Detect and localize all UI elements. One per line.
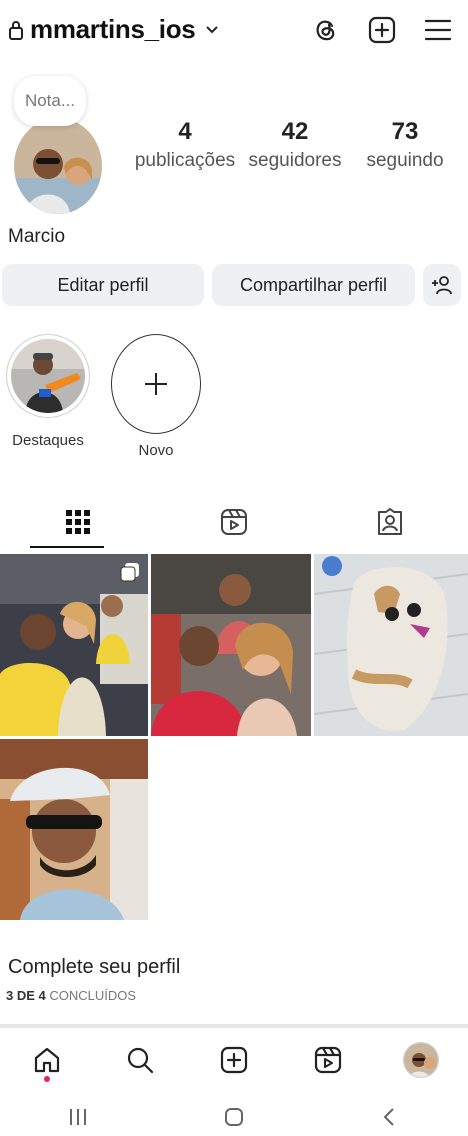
display-name: Marcio [8,226,66,247]
username: mmartins_ios [30,14,196,44]
complete-profile-progress-text: 3 DE 4 CONCLUÍDOS [6,988,136,1003]
stat-label: seguidores [248,150,342,171]
active-tab-indicator [30,546,104,548]
recents-icon [70,1109,86,1125]
reels-icon [314,1046,341,1074]
nav-create[interactable] [187,1046,281,1074]
carousel-icon [120,563,139,582]
home-square-icon [225,1108,243,1126]
share-profile-button[interactable]: Compartilhar perfil [212,264,415,306]
plus-icon [145,373,167,395]
stat-value: 73 [391,118,419,145]
profile-avatar[interactable] [14,118,102,214]
back-icon [383,1108,394,1126]
grid-icon [66,510,90,534]
search-icon [128,1047,154,1074]
recent-apps-button[interactable] [0,1106,156,1128]
back-button[interactable] [312,1106,468,1128]
new-highlight-ring [111,334,201,434]
chevron-down-icon [206,25,219,33]
post-thumbnail[interactable] [151,554,311,736]
stat-value: 42 [281,118,309,145]
complete-profile-title: Complete seu perfil [8,956,181,978]
create-icon [220,1046,248,1074]
nav-search[interactable] [94,1046,188,1074]
notification-dot [43,1076,50,1082]
stat-label: publicações [134,150,236,171]
add-person-icon [432,276,452,295]
edit-profile-button[interactable]: Editar perfil [2,264,204,306]
stat-following[interactable]: 73 seguindo [350,118,460,172]
stat-value: 4 [178,118,192,145]
highlight-label: Novo [138,442,174,459]
tagged-icon [378,508,402,535]
new-post-icon[interactable] [366,14,398,46]
note-bubble[interactable]: Nota... [14,76,86,126]
tab-reels[interactable] [156,496,312,548]
lock-icon [9,20,23,40]
complete-profile-divider [0,1024,468,1028]
post-thumbnail[interactable] [0,554,148,736]
stat-label: seguindo [366,150,444,171]
menu-icon[interactable] [422,14,454,46]
account-switcher[interactable]: mmartins_ios [8,14,219,45]
reels-icon [221,509,247,535]
profile-tabs [0,496,468,548]
top-bar: mmartins_ios [0,0,468,64]
profile-screen: mmartins_ios Nota... 4 publicações 42 se… [0,0,468,1136]
stat-followers[interactable]: 42 seguidores [240,118,350,172]
highlight-label: Destaques [12,432,84,449]
completed-count: 3 DE 4 [6,988,46,1003]
stat-posts[interactable]: 4 publicações [130,118,240,172]
post-thumbnail[interactable] [0,739,148,920]
bottom-navigation [0,1030,468,1090]
completed-label: CONCLUÍDOS [49,988,137,1003]
system-navigation-bar [0,1098,468,1136]
home-icon [34,1047,59,1073]
nav-home[interactable] [0,1046,94,1082]
profile-actions: Editar perfil Compartilhar perfil [2,264,462,306]
tab-tagged[interactable] [312,496,468,548]
profile-stats: 4 publicações 42 seguidores 73 seguindo [130,118,460,172]
highlight-ring [6,334,90,418]
profile-avatar-small [403,1042,440,1078]
highlight-cover [11,339,85,413]
threads-icon[interactable] [310,14,342,46]
discover-people-button[interactable] [423,264,461,306]
nav-reels[interactable] [281,1046,375,1074]
home-button[interactable] [156,1106,312,1128]
post-thumbnail[interactable] [314,554,468,736]
new-highlight[interactable]: Novo [110,334,202,459]
nav-profile[interactable] [374,1042,468,1078]
tab-grid[interactable] [0,496,156,548]
highlight-item[interactable]: Destaques [2,334,94,449]
